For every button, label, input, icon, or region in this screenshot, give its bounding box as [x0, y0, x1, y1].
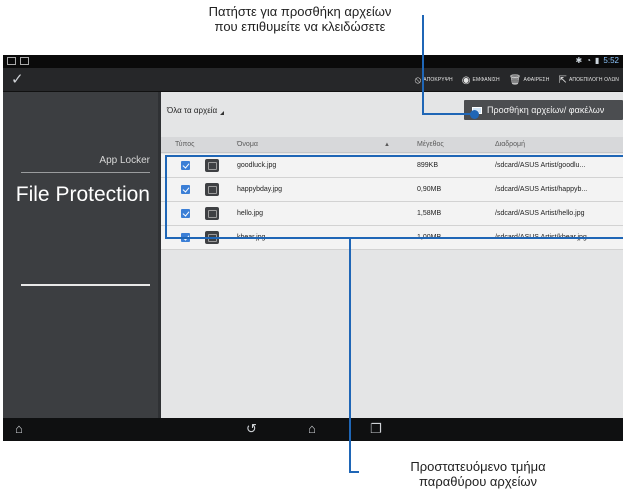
deselect-all-icon: ⇱ — [558, 74, 567, 86]
top-callout: Πατήστε για προσθήκη αρχείων που επιθυμε… — [150, 4, 450, 34]
action-label: ΑΦΑΙΡΕΣΗ — [523, 77, 550, 83]
file-panel: Όλα τα αρχεία Προσθήκη αρχείων/ φακέλων … — [161, 92, 623, 418]
row-checkbox[interactable] — [181, 209, 190, 218]
navigation-bar: ⌂ ↺ ⌂ ❐ — [3, 418, 623, 441]
app-name: App Locker — [99, 155, 150, 166]
file-filter-value: Όλα τα αρχεία — [167, 106, 218, 115]
bottom-callout-line-1: Προστατευόμενο τμήμα — [410, 459, 546, 474]
column-type[interactable]: Τύπος — [175, 141, 195, 148]
file-name: goodluck.jpg — [237, 162, 277, 169]
file-size: 0,90MB — [417, 186, 442, 193]
image-file-icon — [205, 183, 219, 196]
status-bar: ✱ ◔ ▮ 5:52 — [3, 55, 623, 68]
file-name: happybday.jpg — [237, 186, 283, 193]
file-path: /sdcard/ASUS Artist/goodlu... — [495, 162, 586, 169]
bottom-callout-leader — [349, 471, 359, 473]
table-row[interactable]: happybday.jpg 0,90MB/sdcard/ASUS Artist/h… — [161, 178, 623, 202]
sidebar-active-indicator — [21, 284, 150, 286]
home-icon[interactable]: ⌂ — [308, 421, 316, 436]
battery-icon: ▮ — [595, 56, 600, 65]
bluetooth-icon: ✱ — [575, 56, 583, 65]
bottom-callout-line-2: παραθύρου αρχείων — [419, 474, 537, 489]
frame-left — [165, 155, 167, 239]
sidebar: App Locker File Protection — [3, 92, 158, 418]
add-files-label: Προσθήκη αρχείων/ φακέλων — [487, 105, 605, 115]
recent-apps-icon[interactable]: ❐ — [370, 421, 382, 437]
hide-icon: ⦸ — [414, 74, 422, 86]
file-size: 1,58MB — [417, 210, 442, 217]
frame-top — [165, 155, 623, 157]
column-path[interactable]: Διαδρομή — [495, 141, 525, 148]
top-callout-dot — [470, 110, 479, 119]
action-bar-actions: ⦸ ΑΠΟΚΡΥΨΗ ◉ ΕΜΦΑΝΙΣΗ 🗑 ΑΦΑΙΡΕΣΗ ⇱ ΑΠΟΕΠΙΛΟΓΗ Ο… — [415, 68, 619, 92]
image-file-icon — [205, 207, 219, 220]
screenshot-icon — [7, 57, 16, 65]
page-title: File Protection — [15, 183, 150, 206]
action-bar: ✓ ⦸ ΑΠΟΚΡΥΨΗ ◉ ΕΜΦΑΝΙΣΗ 🗑 ΑΦΑΙΡΕΣΗ ⇱ ΑΠΟΕΠΙΛΟΓΗ… — [3, 68, 623, 92]
top-callout-line-1: Πατήστε για προσθήκη αρχείων — [208, 4, 392, 19]
check-icon[interactable]: ✓ — [11, 70, 24, 88]
dropdown-triangle-icon — [220, 111, 225, 115]
column-name[interactable]: Όνομα — [237, 141, 258, 148]
home-shortcut-icon[interactable]: ⌂ — [15, 421, 23, 436]
image-file-icon — [205, 159, 219, 172]
table-row[interactable]: hello.jpg 1,58MB/sdcard/ASUS Artist/hello… — [161, 202, 623, 226]
action-trash-button[interactable]: 🗑 ΑΦΑΙΡΕΣΗ — [509, 75, 550, 86]
row-checkbox[interactable] — [181, 185, 190, 194]
action-hide-button[interactable]: ⦸ ΑΠΟΚΡΥΨΗ — [415, 75, 453, 86]
status-time: 5:52 — [603, 56, 619, 65]
table-header: Τύπος Όνομα ▲ Μέγεθος Διαδρομή — [161, 137, 623, 153]
table-row[interactable]: goodluck.jpg 899KB/sdcard/ASUS Artist/goo… — [161, 154, 623, 178]
action-label: ΑΠΟΕΠΙΛΟΓΗ ΟΛΩΝ — [568, 77, 619, 83]
gallery-icon — [20, 57, 29, 65]
file-filter-dropdown[interactable]: Όλα τα αρχεία — [167, 106, 225, 115]
action-label: ΕΜΦΑΝΙΣΗ — [472, 77, 500, 83]
file-name: hello.jpg — [237, 210, 264, 217]
column-size[interactable]: Μέγεθος — [417, 141, 444, 148]
action-deselect-all-button[interactable]: ⇱ ΑΠΟΕΠΙΛΟΓΗ ΟΛΩΝ — [558, 75, 619, 86]
top-callout-leader — [422, 113, 474, 115]
frame-bottom — [165, 237, 623, 239]
top-callout-line — [422, 15, 424, 115]
back-icon[interactable]: ↺ — [246, 421, 257, 437]
add-files-button[interactable]: Προσθήκη αρχείων/ φακέλων — [464, 100, 623, 120]
action-show-button[interactable]: ◉ ΕΜΦΑΝΙΣΗ — [462, 75, 500, 86]
file-size: 899KB — [417, 162, 439, 169]
show-icon: ◉ — [461, 74, 471, 86]
sidebar-divider — [21, 172, 150, 173]
trash-icon: 🗑 — [508, 74, 522, 86]
sort-ascending-icon[interactable]: ▲ — [384, 142, 390, 148]
action-label: ΑΠΟΚΡΥΨΗ — [423, 77, 453, 83]
row-checkbox[interactable] — [181, 161, 190, 170]
file-path: /sdcard/ASUS Artist/happyb... — [495, 186, 588, 193]
tablet-screen: ✱ ◔ ▮ 5:52 ✓ ⦸ ΑΠΟΚΡΥΨΗ ◉ ΕΜΦΑΝΙΣΗ 🗑 ΑΦΑΙΡΕΣΗ… — [3, 55, 623, 441]
bottom-callout-line — [349, 237, 351, 473]
file-path: /sdcard/ASUS Artist/hello.jpg — [495, 210, 585, 217]
top-callout-line-2: που επιθυμείτε να κλειδώσετε — [214, 19, 386, 34]
bottom-callout: Προστατευόμενο τμήμα παραθύρου αρχείων — [358, 459, 598, 489]
wifi-icon: ◔ — [586, 56, 592, 65]
